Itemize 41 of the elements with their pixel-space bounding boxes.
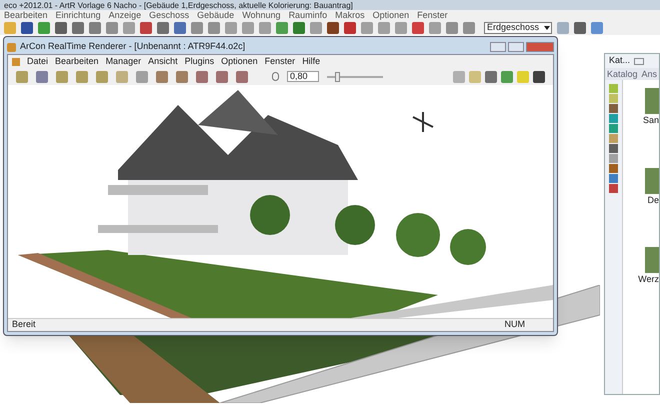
menu-item[interactable]: Hilfe [302,54,320,68]
status-indicator: NUM [504,318,525,332]
minimize-button[interactable] [490,42,506,52]
maximize-button[interactable] [508,42,524,52]
menu-item[interactable]: Geschoss [149,8,190,22]
menu-item[interactable]: Manager [106,54,142,68]
catalog-item-label: San [642,114,659,127]
slider-thumb[interactable] [335,72,340,82]
menu-item[interactable]: Fenster [264,54,296,68]
menu-item[interactable]: Datei [27,54,48,68]
menu-item[interactable]: Bearbeiten [4,8,48,22]
catalog-thumbnail[interactable] [645,88,659,114]
minimize-icon[interactable] [634,58,644,64]
menu-item[interactable]: Ansicht [148,54,178,68]
catalog-item-label: De [647,194,659,206]
menu-item[interactable]: Optionen [372,8,410,22]
status-text: Bereit [12,318,36,332]
floor-select[interactable]: Erdgeschoss [484,22,552,34]
catalog-thumbnail[interactable] [645,168,659,194]
tool-icon[interactable] [485,70,497,82]
menu-item[interactable]: Katalog [607,68,638,80]
menu-item[interactable]: Optionen [221,54,258,68]
menu-item[interactable]: Gebäude [197,8,234,22]
menu-item[interactable]: Wohnung [242,8,281,22]
menu-item[interactable]: Makros [335,8,365,22]
menu-item[interactable]: Bearbeiten [55,54,99,68]
dropdown-caret-icon [544,26,550,30]
menu-item[interactable]: Anzeige [108,8,142,22]
menu-item[interactable]: Plugins [184,54,214,68]
window-title: ArCon RealTime Renderer - [Unbenannt : ATR9F44.o2c] [20,40,246,54]
panel-tab[interactable]: Kat... [609,54,630,68]
close-button[interactable] [526,42,554,52]
tool-icon[interactable] [533,70,545,82]
zoom-field[interactable]: 0,80 [287,71,319,82]
menu-item[interactable]: Einrichtung [56,8,101,22]
catalog-thumbnail[interactable] [645,247,659,273]
menu-item[interactable]: Fenster [417,8,448,22]
menu-item[interactable]: Ans [642,68,658,80]
catalog-item-label: Werz [638,273,659,286]
app-title: eco +2012.01 - ArtR Vorlage 6 Nacho - [Gebäude 1,Erdgeschoss, aktuelle Kolorierung: Bauantrag] [4,2,353,10]
menu-item[interactable]: Rauminfo [288,8,328,22]
